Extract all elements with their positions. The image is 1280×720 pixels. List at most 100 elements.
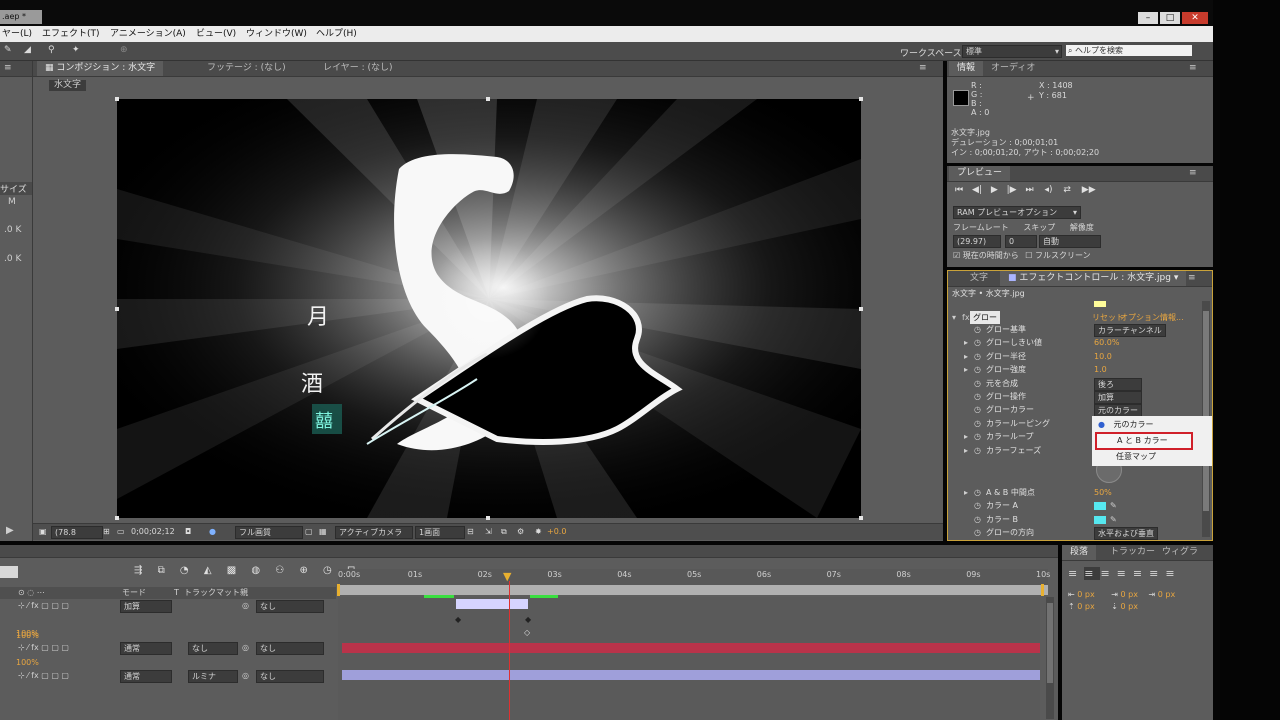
indent-right-value[interactable]: 0 px — [1121, 590, 1138, 599]
mode-select[interactable]: 通常 — [120, 670, 172, 683]
framerate-select[interactable]: (29.97) — [953, 235, 1001, 248]
roi-icon[interactable]: ▢ — [305, 524, 313, 540]
menu-item-effect[interactable]: エフェクト(T) — [42, 26, 100, 42]
panel-menu-icon[interactable]: ≡ — [4, 63, 12, 73]
indent-left-value[interactable]: 0 px — [1077, 590, 1094, 599]
minimize-button[interactable]: – — [1138, 12, 1158, 24]
zoom-select[interactable]: (78.8 — [51, 526, 103, 539]
tab-layer[interactable]: レイヤー : (なし) — [315, 61, 401, 76]
parent-select[interactable]: なし — [256, 600, 324, 613]
playhead-handle-icon[interactable]: ▼ — [503, 570, 511, 583]
menu-item-window[interactable]: ウィンドウ(W) — [246, 26, 307, 42]
stopwatch-icon[interactable]: ◷ — [974, 513, 981, 526]
stopwatch-icon[interactable]: ◷ — [974, 526, 981, 539]
align-left-icon[interactable]: ≡ — [1068, 567, 1084, 580]
first-line-value[interactable]: 0 px — [1158, 590, 1175, 599]
justify-center-icon[interactable]: ≡ — [1133, 567, 1149, 580]
justify-right-icon[interactable]: ≡ — [1149, 567, 1165, 580]
stopwatch-icon[interactable]: ◷ — [974, 403, 981, 416]
help-search-input[interactable]: ヘルプを検索 — [1075, 46, 1123, 55]
align-right-icon[interactable]: ≡ — [1100, 567, 1116, 580]
tab-wiggler[interactable]: ウィグラ — [1154, 545, 1206, 560]
keyframe-icon[interactable]: ◆ — [455, 615, 461, 624]
tab-paragraph[interactable]: 段落 — [1062, 545, 1097, 560]
menu-item-view[interactable]: ビュー(V) — [196, 26, 236, 42]
mode-select[interactable]: 加算 — [120, 600, 172, 613]
loop-icon[interactable]: ⇄ — [1063, 185, 1071, 195]
space-after-value[interactable]: 0 px — [1121, 602, 1138, 611]
property-dropdown[interactable]: 加算 — [1094, 391, 1142, 404]
work-area-start[interactable] — [337, 584, 340, 596]
mask-icon[interactable]: ▭ — [117, 524, 125, 540]
pen-tool-icon[interactable]: ✎ — [4, 45, 12, 55]
pickwhip-icon[interactable]: ◎ — [242, 642, 249, 654]
audio-icon[interactable]: ◂) — [1044, 185, 1052, 195]
selection-handle[interactable] — [115, 516, 119, 520]
stopwatch-icon[interactable]: ◷ — [974, 444, 981, 457]
popup-option-highlight[interactable]: A と B カラー — [1095, 432, 1193, 450]
panel-menu-icon[interactable]: ≡ — [1189, 63, 1197, 73]
skip-select[interactable]: 0 — [1005, 235, 1037, 248]
stopwatch-icon[interactable]: ◷ — [974, 417, 981, 430]
brainstorm-icon[interactable]: ⊕ — [299, 565, 307, 576]
layer-switches-icon[interactable]: ⊹ ⁄ fx ▢ ▢ ▢ — [18, 670, 69, 682]
selection-handle[interactable] — [859, 97, 863, 101]
stamp-tool-icon[interactable]: ⚲ — [48, 45, 55, 55]
menu-item-animation[interactable]: アニメーション(A) — [110, 26, 186, 42]
expand-arrow-icon[interactable]: ▸ — [964, 336, 968, 349]
first-frame-icon[interactable]: ⏮ — [955, 185, 963, 195]
time-ruler[interactable]: 0:00s 01s 02s 03s 04s 05s 06s 07s 08s 09s 10s — [338, 569, 1050, 585]
panel-menu-icon[interactable]: ≡ — [1189, 168, 1197, 178]
current-time[interactable]: 0;00;02;12 — [131, 524, 175, 540]
popup-option[interactable]: 任意マップ — [1092, 451, 1212, 463]
shy-icon[interactable]: ◭ — [204, 565, 212, 576]
live-update-icon[interactable]: ⧉ — [158, 565, 165, 576]
tab-preview[interactable]: プレビュー — [949, 166, 1011, 181]
timeline-layer-row[interactable]: ⊹ ⁄ fx ▢ ▢ ▢ 通常 ルミナ ◎ なし — [0, 670, 336, 683]
search-field[interactable] — [0, 566, 18, 578]
align-center-icon[interactable]: ≡ — [1084, 567, 1101, 580]
play-icon[interactable]: ▶ — [991, 185, 998, 195]
tab-composition[interactable]: ▦ コンポジション : 水文字 — [37, 61, 164, 76]
grid-icon[interactable]: ⊞ — [103, 524, 110, 540]
selection-handle[interactable] — [486, 516, 490, 520]
motion-blur-icon[interactable]: ◍ — [251, 565, 260, 576]
timeline-layer-row[interactable]: ⊹ ⁄ fx ▢ ▢ ▢ 加算 ◎ なし — [0, 600, 336, 613]
ram-preview-option-select[interactable]: RAM プレビューオプション ▾ — [953, 206, 1081, 219]
playhead-line[interactable] — [509, 581, 510, 720]
pickwhip-icon[interactable]: ◎ — [242, 600, 249, 612]
close-button[interactable]: ✕ — [1182, 12, 1208, 24]
scroll-thumb[interactable] — [1047, 603, 1053, 683]
menu-item-layer[interactable]: ヤー(L) — [2, 26, 32, 42]
work-area-end[interactable] — [1041, 584, 1044, 596]
track-red-layer[interactable] — [342, 643, 1040, 653]
selection-handle[interactable] — [486, 97, 490, 101]
tab-footage[interactable]: フッテージ : (なし) — [199, 61, 294, 76]
track-blue-layer[interactable] — [342, 670, 1040, 680]
selection-handle[interactable] — [859, 516, 863, 520]
property-dropdown[interactable]: 後ろ — [1094, 377, 1142, 391]
exposure-value[interactable]: +0.0 — [547, 524, 566, 540]
opacity-value[interactable]: 100% — [16, 658, 39, 667]
expand-arrow-icon[interactable]: ▸ — [964, 486, 968, 499]
ram-preview-icon[interactable]: ▶▶ — [1082, 185, 1096, 195]
keyframe-icon[interactable]: ◇ — [524, 628, 530, 637]
eraser-tool-icon[interactable]: ◢ — [24, 45, 31, 55]
from-current-checkbox[interactable]: ☑ — [953, 251, 960, 260]
timer-icon[interactable]: ◷ — [323, 565, 332, 576]
flowchart-icon[interactable]: ⚙ — [517, 524, 524, 540]
stopwatch-icon[interactable]: ◷ — [974, 350, 981, 363]
color-swatch[interactable] — [1094, 515, 1106, 524]
stopwatch-icon[interactable]: ◷ — [974, 390, 981, 403]
puppet-tool-icon[interactable]: ✦ — [72, 45, 80, 55]
scroll-thumb[interactable] — [1203, 311, 1209, 511]
comp-viewer[interactable]: 月 酒 囍 — [117, 99, 861, 518]
expand-arrow-icon[interactable]: ▸ — [964, 430, 968, 443]
swatch-yellow[interactable] — [1094, 301, 1106, 307]
justify-all-icon[interactable]: ≡ — [1165, 567, 1181, 580]
stopwatch-icon[interactable]: ◷ — [974, 430, 981, 443]
panel-menu-icon[interactable]: ≡ — [919, 63, 927, 73]
layer-switches-icon[interactable]: ⊹ ⁄ fx ▢ ▢ ▢ — [18, 600, 69, 612]
justify-left-icon[interactable]: ≡ — [1117, 567, 1133, 580]
next-frame-icon[interactable]: |▶ — [1007, 185, 1017, 195]
